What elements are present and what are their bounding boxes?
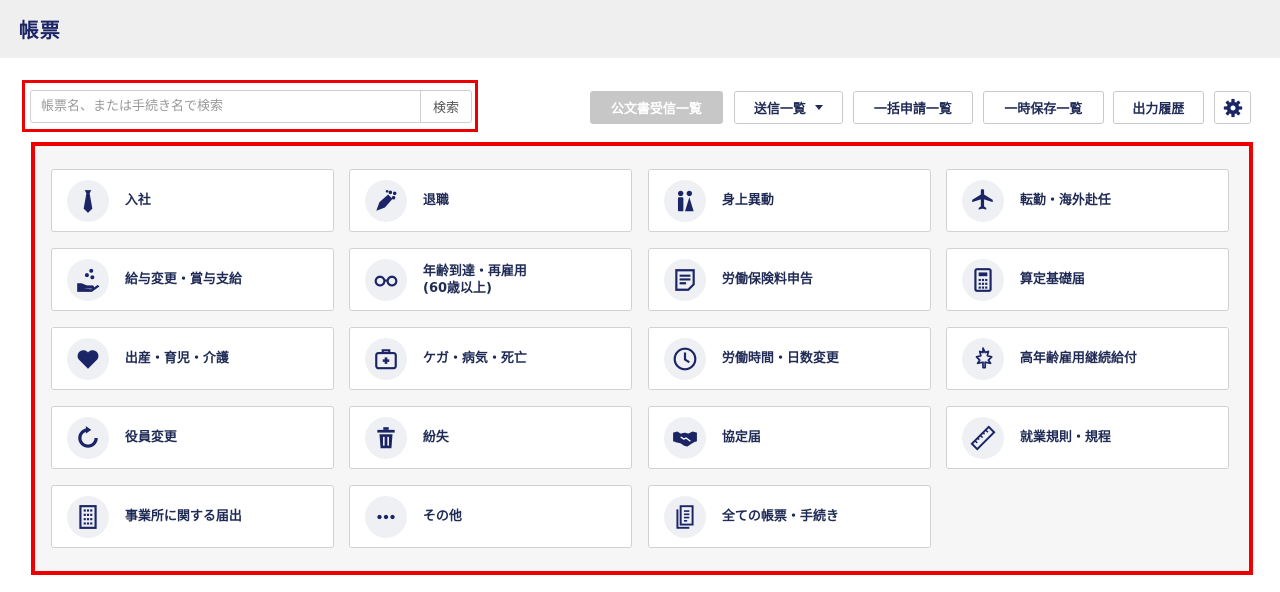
tile-hiring[interactable]: 入社 [51, 169, 334, 232]
public-docs-list-button[interactable]: 公文書受信一覧 [590, 91, 723, 124]
page-title: 帳票 [19, 18, 61, 42]
tile-label: 協定届 [722, 430, 762, 445]
tile-label: 退職 [423, 193, 450, 208]
temp-save-list-button[interactable]: 一時保存一覧 [983, 91, 1104, 124]
tile-transfer[interactable]: 転勤・海外赴任 [946, 169, 1229, 232]
search-bar: 検索 [30, 90, 472, 123]
tile-office-notification[interactable]: 事業所に関する届出 [51, 485, 334, 548]
tile-loss[interactable]: 紛失 [349, 406, 632, 469]
calculator-icon [962, 259, 1004, 301]
tile-label: 出産・育児・介護 [125, 351, 230, 366]
send-list-label: 送信一覧 [753, 102, 806, 117]
glasses-icon [365, 259, 407, 301]
output-history-button[interactable]: 出力履歴 [1113, 91, 1204, 124]
handshake-icon [664, 417, 706, 459]
tile-resignation[interactable]: 退職 [349, 169, 632, 232]
refresh-icon [67, 417, 109, 459]
heart-icon [67, 338, 109, 380]
ruler-icon [962, 417, 1004, 459]
tile-personal-change[interactable]: 身上異動 [648, 169, 931, 232]
tile-officer-change[interactable]: 役員変更 [51, 406, 334, 469]
tile-injury-illness[interactable]: ケガ・病気・死亡 [349, 327, 632, 390]
page-header: 帳票 [0, 0, 1280, 58]
tile-label: 全ての帳票・手続き [722, 509, 840, 524]
tile-age-reemployment[interactable]: 年齢到達・再雇用 (60歳以上) [349, 248, 632, 311]
document-lines-icon [664, 259, 706, 301]
tile-label: 転勤・海外赴任 [1020, 193, 1112, 208]
tile-label: ケガ・病気・死亡 [423, 351, 528, 366]
tile-label: 労働保険料申告 [722, 272, 814, 287]
tile-elderly-employment[interactable]: 高年齢雇用継続給付 [946, 327, 1229, 390]
maple-leaf-icon [962, 338, 1004, 380]
tile-childcare[interactable]: 出産・育児・介護 [51, 327, 334, 390]
tile-label: 高年齢雇用継続給付 [1020, 351, 1138, 366]
tile-label: 就業規則・規程 [1020, 430, 1112, 445]
search-input[interactable] [31, 91, 420, 122]
wedding-couple-icon [664, 180, 706, 222]
building-icon [67, 496, 109, 538]
tile-label: 入社 [125, 193, 152, 208]
tile-label: その他 [423, 509, 463, 524]
tile-all-forms[interactable]: 全ての帳票・手続き [648, 485, 931, 548]
gear-icon [1223, 98, 1242, 117]
clock-icon [664, 338, 706, 380]
tile-label: 給与変更・賞与支給 [125, 272, 243, 287]
bulk-apply-list-button[interactable]: 一括申請一覧 [853, 91, 973, 124]
bouquet-icon [365, 180, 407, 222]
tile-work-rules[interactable]: 就業規則・規程 [946, 406, 1229, 469]
tile-label: 事業所に関する届出 [125, 509, 243, 524]
tile-labor-insurance[interactable]: 労働保険料申告 [648, 248, 931, 311]
necktie-icon [67, 180, 109, 222]
tile-other[interactable]: その他 [349, 485, 632, 548]
tile-calculation-base[interactable]: 算定基礎届 [946, 248, 1229, 311]
send-list-dropdown[interactable]: 送信一覧 [734, 91, 843, 124]
search-button[interactable]: 検索 [420, 91, 471, 122]
tile-label: 役員変更 [125, 430, 178, 445]
caret-down-icon [815, 105, 823, 110]
trash-icon [365, 417, 407, 459]
tile-working-hours[interactable]: 労働時間・日数変更 [648, 327, 931, 390]
hand-coins-icon [67, 259, 109, 301]
documents-icon [664, 496, 706, 538]
tile-salary-change[interactable]: 給与変更・賞与支給 [51, 248, 334, 311]
first-aid-kit-icon [365, 338, 407, 380]
tile-label: 年齢到達・再雇用 (60歳以上) [423, 263, 528, 296]
more-dots-icon [365, 496, 407, 538]
tile-label: 紛失 [423, 430, 450, 445]
tile-label: 算定基礎届 [1020, 272, 1086, 287]
tile-label: 身上異動 [722, 193, 775, 208]
tile-label: 労働時間・日数変更 [722, 351, 840, 366]
settings-button[interactable] [1214, 91, 1251, 124]
tile-agreement[interactable]: 協定届 [648, 406, 931, 469]
airplane-icon [962, 180, 1004, 222]
